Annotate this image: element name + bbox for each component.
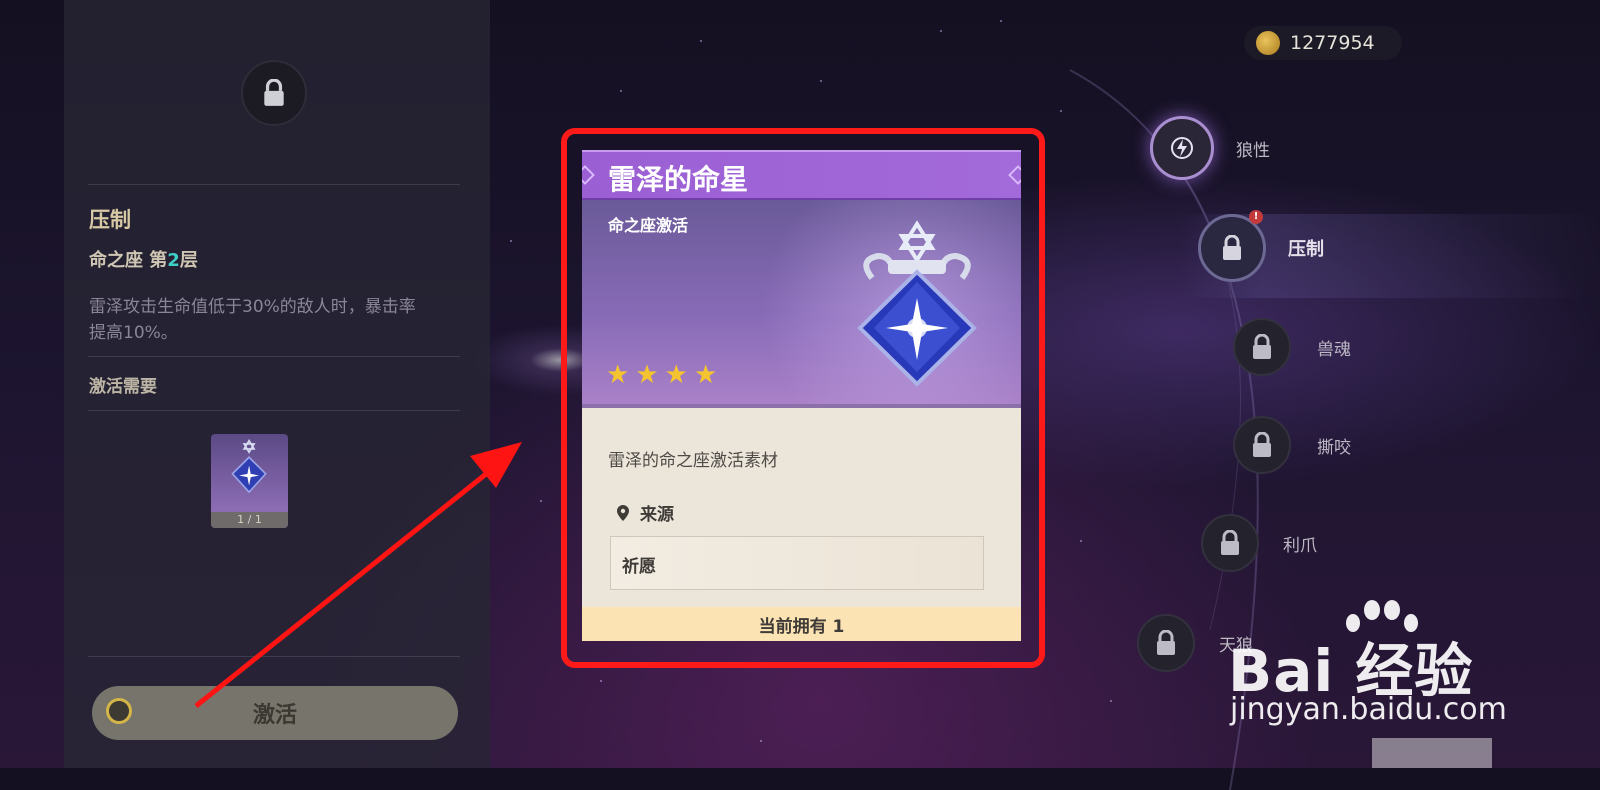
currency-amount: 1277954 (1290, 32, 1375, 54)
constellation-name: 压制 (89, 208, 131, 232)
baidu-watermark: Bai 经验 jingyan.baidu.com (1228, 600, 1588, 740)
material-thumbnail[interactable]: 1 / 1 (211, 434, 288, 528)
lock-icon-wrap (1233, 318, 1291, 376)
constellation-node-3[interactable]: 兽魂 (1233, 318, 1351, 376)
divider (88, 356, 460, 357)
material-count: 1 / 1 (211, 512, 288, 528)
lock-icon-wrap (1198, 214, 1266, 282)
activate-button[interactable]: 激活 (92, 686, 458, 740)
constellation-level: 命之座 第2层 (89, 246, 198, 272)
divider (88, 656, 460, 657)
lock-icon-wrap (1233, 416, 1291, 474)
constellation-node-2[interactable]: 压制 (1198, 214, 1324, 282)
highlight-frame (561, 128, 1045, 668)
lock-icon-wrap (1137, 614, 1195, 672)
constellation-node-5[interactable]: 利爪 (1201, 514, 1317, 572)
constellation-name-2: 压制 (1288, 239, 1324, 260)
level-prefix: 命之座 第 (89, 250, 168, 271)
blurred-area (1372, 738, 1492, 768)
lock-icon (1221, 530, 1239, 555)
lock-icon-wrap (1201, 514, 1259, 572)
electro-icon-wrap (1150, 116, 1214, 180)
activate-button-label: 激活 (252, 703, 297, 728)
constellation-name-5: 利爪 (1283, 535, 1317, 556)
constellation-detail-panel: 压制 命之座 第2层 雷泽攻击生命值低于30%的敌人时，暴击率提高10%。 激活… (64, 0, 490, 768)
electro-icon (1171, 137, 1193, 159)
level-number: 2 (167, 250, 180, 271)
constellation-node-1[interactable]: 狼性 (1150, 116, 1270, 180)
lock-icon (1253, 432, 1271, 457)
currency-display: 1277954 (1244, 26, 1402, 60)
divider (88, 410, 460, 411)
constellation-description: 雷泽攻击生命值低于30%的敌人时，暴击率提高10%。 (89, 297, 416, 343)
locked-constellation-icon (241, 60, 307, 126)
constellation-name-1: 狼性 (1236, 140, 1270, 161)
constellation-name-3: 兽魂 (1317, 339, 1351, 360)
requirement-label: 激活需要 (89, 377, 157, 397)
lock-icon (264, 79, 284, 106)
lock-icon (1253, 334, 1271, 359)
constellation-node-4[interactable]: 撕咬 (1233, 416, 1351, 474)
divider (88, 184, 460, 185)
baidu-url-text: jingyan.baidu.com (1230, 692, 1507, 727)
alert-badge: ! (1249, 210, 1263, 224)
mora-coin-icon (1256, 31, 1280, 55)
lock-icon (1157, 630, 1175, 655)
constellation-name-4: 撕咬 (1317, 437, 1351, 458)
lock-icon (1223, 235, 1241, 260)
level-suffix: 层 (179, 250, 198, 271)
button-ring-icon (106, 698, 132, 724)
stella-fortuna-icon (231, 439, 267, 494)
